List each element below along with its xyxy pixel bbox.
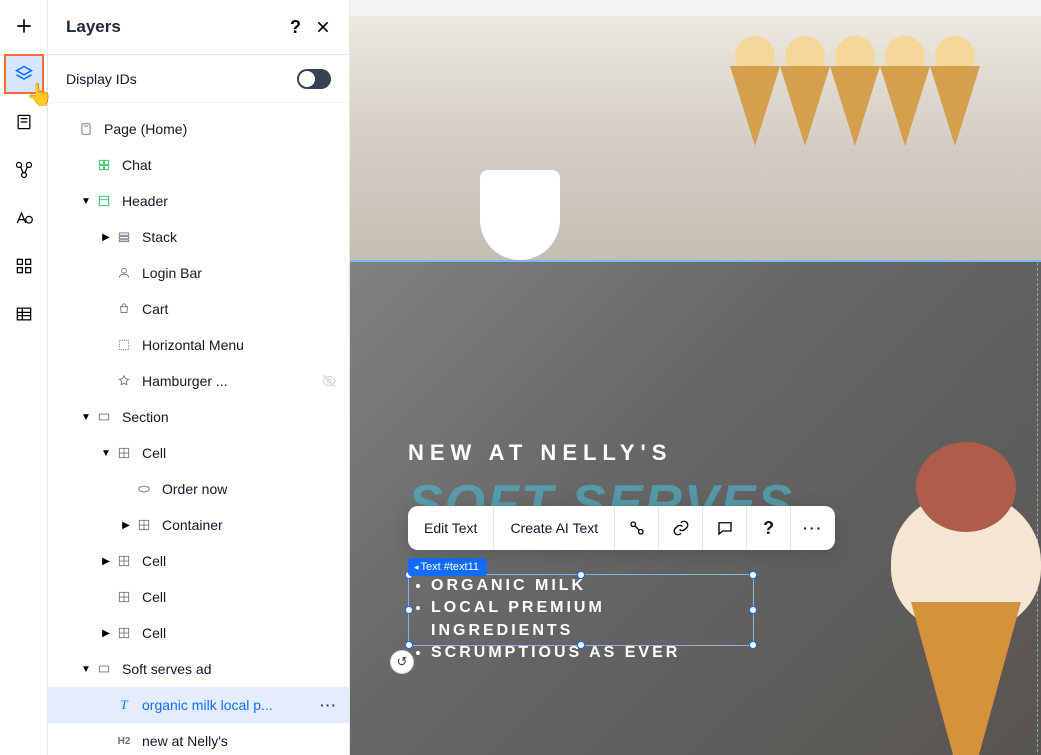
tree-header[interactable]: ▼ Header	[48, 183, 349, 219]
tree-horizontal-menu[interactable]: Horizontal Menu	[48, 327, 349, 363]
help-icon[interactable]: ?	[290, 17, 301, 38]
tree-soft-serves-ad[interactable]: ▼ Soft serves ad	[48, 651, 349, 687]
tree-h2[interactable]: H2 new at Nelly's	[48, 723, 349, 755]
tree-cell-3[interactable]: Cell	[48, 579, 349, 615]
text-type-icon: T	[114, 697, 134, 713]
panel-title: Layers	[66, 17, 121, 37]
hero-bottom-section[interactable]: NEW AT NELLY'S SOFT SERVES Edit Text Cre…	[350, 262, 1041, 755]
edit-text-button[interactable]: Edit Text	[408, 506, 494, 550]
selection-box[interactable]: Organic milk Local premium ingredients S…	[408, 574, 754, 646]
resize-handle[interactable]	[749, 571, 757, 579]
canvas[interactable]: NEW AT NELLY'S SOFT SERVES Edit Text Cre…	[350, 0, 1041, 755]
add-tool[interactable]	[6, 8, 42, 44]
selection-tag[interactable]: ◂ Text #text11	[408, 558, 487, 576]
pages-tool[interactable]	[6, 104, 42, 140]
hero-subhead[interactable]: NEW AT NELLY'S	[408, 440, 794, 466]
site-structure-tool[interactable]	[6, 152, 42, 188]
tree-section[interactable]: ▼ Section	[48, 399, 349, 435]
resize-handle[interactable]	[577, 571, 585, 579]
tree-order-now[interactable]: Order now	[48, 471, 349, 507]
display-ids-toggle[interactable]	[297, 69, 331, 89]
tree-hamburger[interactable]: Hamburger ...	[48, 363, 349, 399]
resize-handle[interactable]	[749, 606, 757, 614]
resize-handle[interactable]	[405, 606, 413, 614]
more-icon[interactable]: ···	[320, 697, 337, 713]
panel-header: Layers ?	[48, 0, 349, 55]
resize-handle[interactable]	[405, 641, 413, 649]
grid-tool[interactable]	[6, 248, 42, 284]
layers-panel: Layers ? Display IDs Page (Home) Chat ▼ …	[48, 0, 350, 755]
display-ids-row: Display IDs	[48, 55, 349, 103]
text-tool[interactable]	[6, 200, 42, 236]
h2-type-icon: H2	[114, 736, 134, 747]
more-toolbar-icon[interactable]: ···	[791, 506, 835, 550]
tree-container[interactable]: ▶ Container	[48, 507, 349, 543]
ice-cream-graphic	[861, 422, 1041, 755]
layer-tree: Page (Home) Chat ▼ Header ▶ Stack Login …	[48, 103, 349, 755]
close-icon[interactable]	[315, 19, 331, 35]
tree-page[interactable]: Page (Home)	[48, 111, 349, 147]
layers-tool[interactable]: 👆	[6, 56, 42, 92]
visibility-off-icon[interactable]	[321, 373, 337, 389]
tree-cell-1[interactable]: ▼ Cell	[48, 435, 349, 471]
tree-cell-2[interactable]: ▶ Cell	[48, 543, 349, 579]
comment-icon[interactable]	[703, 506, 747, 550]
table-tool[interactable]	[6, 296, 42, 332]
tree-login-bar[interactable]: Login Bar	[48, 255, 349, 291]
tree-cell-4[interactable]: ▶ Cell	[48, 615, 349, 651]
link-icon[interactable]	[659, 506, 703, 550]
tree-chat[interactable]: Chat	[48, 147, 349, 183]
tree-text-selected[interactable]: T organic milk local p... ···	[48, 687, 349, 723]
bullet-text[interactable]: Organic milk Local premium ingredients S…	[409, 575, 753, 665]
tree-cart[interactable]: Cart	[48, 291, 349, 327]
left-rail: 👆	[0, 0, 48, 755]
resize-handle[interactable]	[749, 641, 757, 649]
display-ids-label: Display IDs	[66, 71, 137, 87]
text-toolbar: Edit Text Create AI Text ? ···	[408, 506, 835, 550]
create-ai-text-button[interactable]: Create AI Text	[494, 506, 615, 550]
tree-stack[interactable]: ▶ Stack	[48, 219, 349, 255]
animation-icon[interactable]	[615, 506, 659, 550]
resize-handle[interactable]	[577, 641, 585, 649]
revert-icon[interactable]: ↺	[390, 650, 414, 674]
help-toolbar-icon[interactable]: ?	[747, 506, 791, 550]
hero-top-image	[350, 16, 1041, 260]
